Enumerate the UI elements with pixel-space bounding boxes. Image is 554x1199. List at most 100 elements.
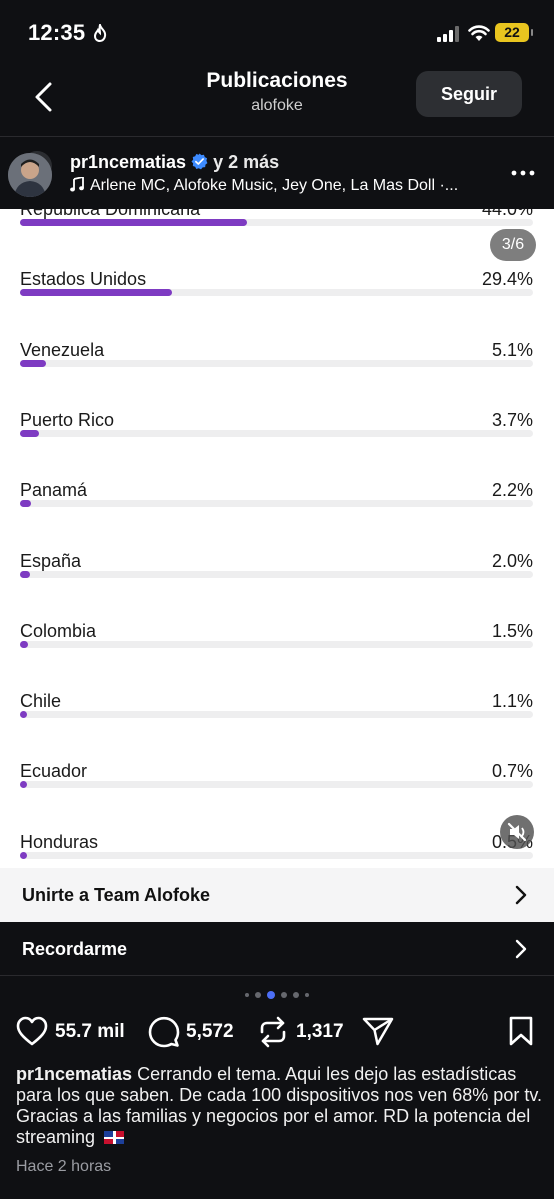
country-percent: 29.4%	[481, 269, 533, 290]
country-name: Colombia	[20, 620, 97, 641]
send-icon	[362, 1017, 394, 1046]
country-name: España	[20, 550, 82, 571]
country-percent: 3.7%	[491, 409, 533, 430]
country-percent: 2.0%	[491, 550, 533, 571]
country-name: Panamá	[20, 480, 88, 501]
percent-bar-track	[20, 429, 533, 437]
country-stat-row: Colombia 1.5%	[0, 621, 554, 691]
dominican-flag-icon	[104, 1131, 125, 1144]
comment-action[interactable]: 5,572	[148, 1012, 248, 1052]
remind-me-label: Recordarme	[22, 939, 128, 959]
country-percent: 5.1%	[491, 339, 533, 360]
heart-icon	[16, 1016, 48, 1046]
country-stat-row: Puerto Rico 3.7%	[0, 410, 554, 480]
repost-count: 1,317	[296, 1021, 344, 1042]
percent-bar-track	[20, 640, 533, 648]
pager-dot	[245, 993, 249, 997]
country-name: Ecuador	[20, 761, 88, 782]
percent-bar-fill	[20, 781, 27, 789]
country-name: Puerto Rico	[20, 409, 115, 430]
post-actions: 55.7 mil 5,572 1,317	[0, 1012, 554, 1052]
country-percent: 1.1%	[491, 691, 533, 712]
join-team-cta[interactable]: Unirte a Team Alofoke	[0, 868, 554, 922]
like-count: 55.7 mil	[55, 1021, 125, 1042]
country-stat-row: Ecuador 0.7%	[0, 761, 554, 831]
percent-bar-track	[20, 711, 533, 719]
follow-button[interactable]: Seguir	[416, 71, 522, 117]
post-media-stats[interactable]: República Dominicana 44.0% Estados Unidos 2…	[0, 209, 554, 868]
pager-dot-active	[267, 991, 275, 999]
chevron-right-icon	[515, 885, 527, 905]
percent-bar-fill	[20, 359, 47, 367]
carousel-counter: 3/6	[490, 229, 536, 261]
battery-indicator: 22	[495, 23, 533, 42]
music-text: Arlene MC, Alofoke Music, Jey One, La Ma…	[90, 177, 459, 194]
repost-action[interactable]: 1,317	[258, 1012, 358, 1052]
country-stat-row: Honduras0.5%	[0, 832, 554, 868]
music-attribution[interactable]: Arlene MC, Alofoke Music, Jey One, La Ma…	[70, 177, 500, 195]
pager-dot	[255, 992, 261, 998]
share-action[interactable]	[362, 1012, 396, 1052]
collaborators-more[interactable]: y 2 más	[213, 152, 279, 172]
focus-flame-icon	[93, 24, 107, 42]
country-stat-row: República Dominicana 44.0%	[0, 209, 554, 269]
chevron-right-icon	[515, 939, 527, 959]
author-username[interactable]: pr1ncematias	[70, 152, 186, 172]
verified-badge-icon	[191, 153, 208, 170]
mute-button[interactable]	[500, 815, 534, 849]
country-stat-row: Chile 1.1%	[0, 691, 554, 761]
percent-bar-fill	[20, 640, 28, 648]
status-time: 12:35	[28, 20, 86, 45]
post-author-row: pr1ncematias y 2 más Arlene MC, Alofoke …	[0, 137, 554, 209]
country-name: Estados Unidos	[20, 269, 147, 290]
author-line[interactable]: pr1ncematias y 2 más	[70, 152, 279, 173]
percent-bar-fill	[20, 570, 31, 578]
percent-bar-track	[20, 359, 533, 367]
repost-icon	[260, 1016, 286, 1048]
country-percent: 1.5%	[491, 620, 533, 641]
join-team-label: Unirte a Team Alofoke	[22, 885, 211, 905]
country-stat-row: Venezuela 5.1%	[0, 340, 554, 410]
country-percent: 0.7%	[491, 761, 533, 782]
pager-dot	[293, 992, 299, 998]
comment-count: 5,572	[186, 1021, 234, 1042]
carousel-pager	[0, 991, 554, 1001]
status-bar: 12:35 22	[0, 0, 554, 64]
more-options-icon[interactable]	[511, 169, 535, 177]
caption-username[interactable]: pr1ncematias	[16, 1064, 132, 1084]
speaker-muted-icon	[507, 822, 527, 842]
percent-bar-track	[20, 851, 533, 859]
percent-bar-track	[20, 219, 533, 226]
country-name: Venezuela	[20, 339, 105, 360]
percent-bar-fill	[20, 711, 27, 719]
cellular-signal-icon	[437, 26, 459, 42]
bookmark-icon	[509, 1016, 533, 1046]
like-action[interactable]: 55.7 mil	[16, 1012, 136, 1052]
percent-bar-fill	[20, 851, 27, 859]
percent-bar-track	[20, 500, 533, 508]
country-stat-row: España 2.0%	[0, 551, 554, 621]
country-stat-row: Estados Unidos 29.4%	[0, 269, 554, 339]
pager-dot	[281, 992, 287, 998]
wifi-icon	[468, 25, 490, 41]
author-avatar[interactable]	[8, 153, 52, 197]
percent-bar-track	[20, 289, 533, 297]
percent-bar-track	[20, 570, 533, 578]
percent-bar-fill	[20, 500, 32, 508]
music-note-icon	[70, 177, 84, 192]
country-name: Honduras	[20, 831, 99, 852]
save-action[interactable]	[508, 1012, 536, 1052]
percent-bar-fill	[20, 289, 172, 297]
percent-bar-track	[20, 781, 533, 789]
post-caption: pr1ncematias Cerrando el tema. Aqui les …	[16, 1064, 542, 1148]
country-percent: 2.2%	[491, 480, 533, 501]
country-stat-row: Panamá 2.2%	[0, 480, 554, 550]
percent-bar-fill	[20, 219, 247, 226]
post-timestamp: Hace 2 horas	[16, 1158, 112, 1175]
page-header: Publicaciones alofoke Seguir	[0, 64, 554, 136]
country-name: Chile	[20, 691, 62, 712]
remind-me-cta[interactable]: Recordarme	[0, 922, 554, 976]
comment-bubble-icon	[148, 1016, 180, 1048]
pager-dot	[305, 993, 309, 997]
percent-bar-fill	[20, 429, 40, 437]
